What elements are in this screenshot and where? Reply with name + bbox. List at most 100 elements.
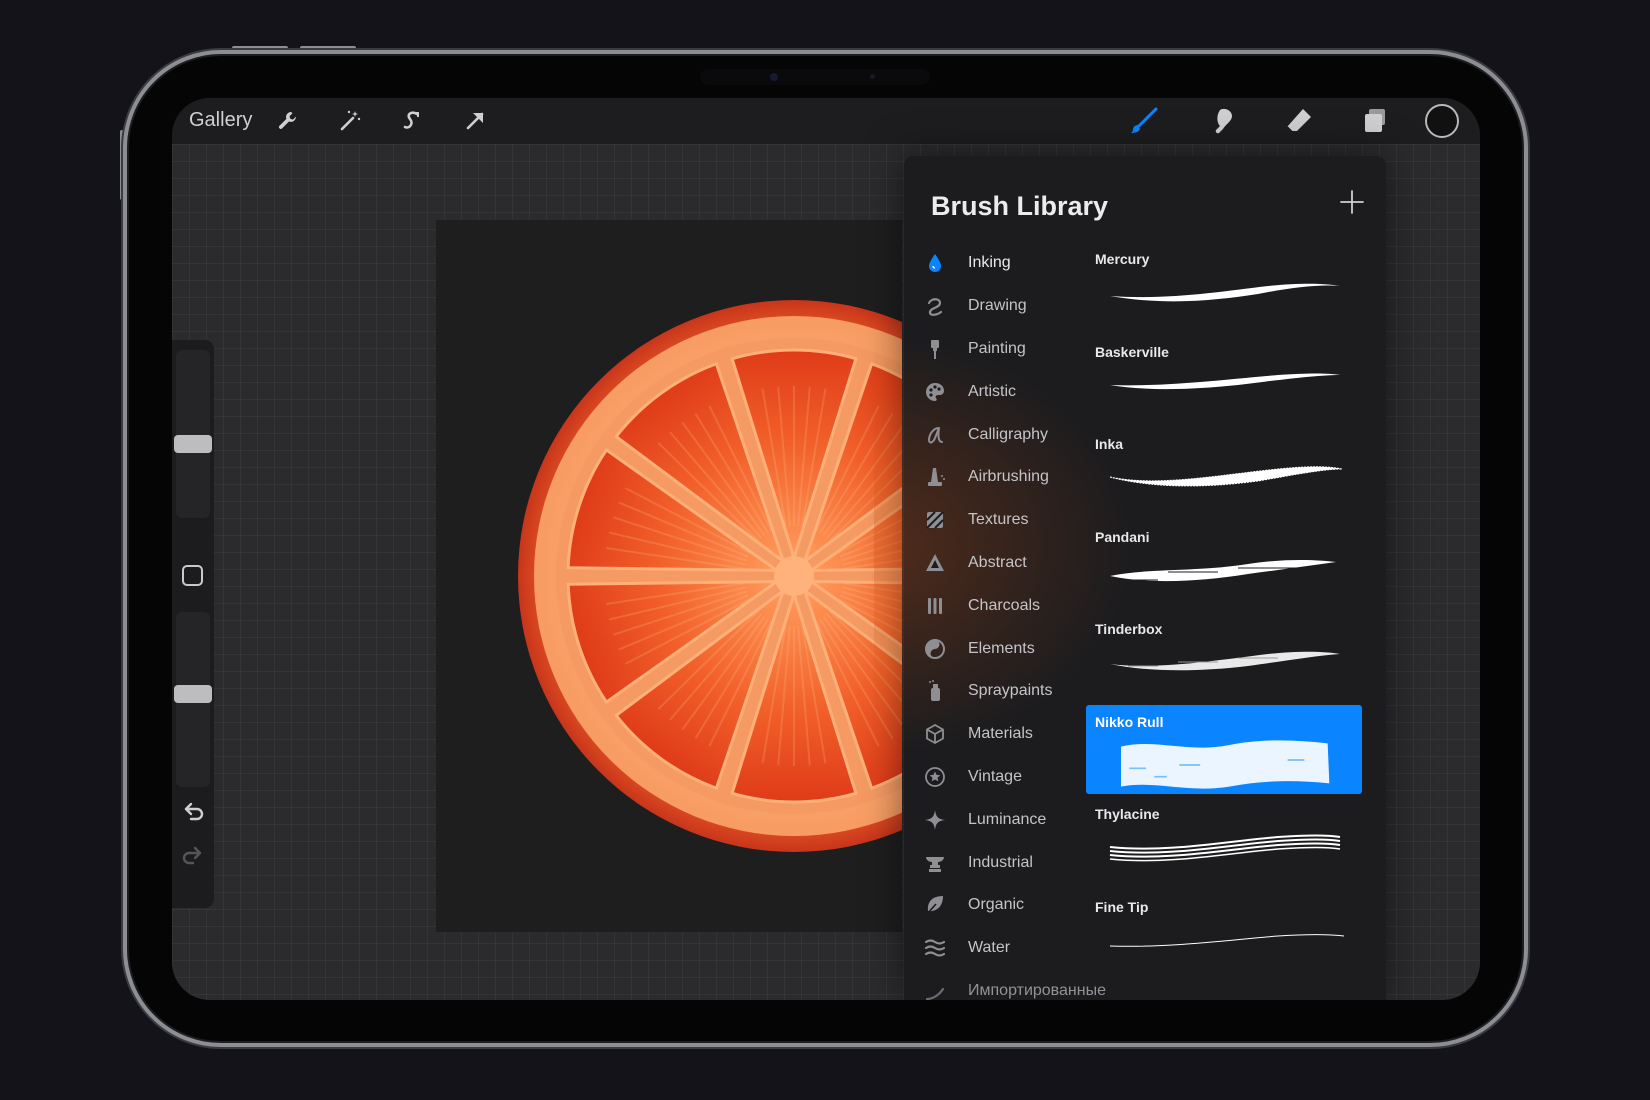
app-screen: Gallery Brush Library Inking Drawing Pai… xyxy=(172,98,1480,1000)
brush-list: Mercury Baskerville Inka Pandani Tinderbox Ni… xyxy=(1086,242,1362,982)
sparkle-icon xyxy=(922,807,948,833)
category-label: Organic xyxy=(968,896,1025,914)
brush-card-7[interactable]: Fine Tip xyxy=(1086,890,1362,980)
category-item-1[interactable]: Drawing xyxy=(904,285,1084,328)
gallery-button[interactable]: Gallery xyxy=(189,109,252,132)
selection-s-icon[interactable] xyxy=(396,105,428,137)
modify-button[interactable] xyxy=(182,565,203,586)
category-label: Artistic xyxy=(968,382,1016,400)
category-label: Импортированные xyxy=(968,981,1106,999)
texture-icon xyxy=(922,507,948,533)
category-item-5[interactable]: Airbrushing xyxy=(904,456,1084,499)
brush-name: Baskerville xyxy=(1095,343,1169,360)
category-label: Calligraphy xyxy=(968,425,1049,443)
left-sidebar xyxy=(172,340,214,908)
top-toolbar: Gallery xyxy=(172,98,1480,144)
brush-library-title: Brush Library xyxy=(931,191,1109,221)
category-item-13[interactable]: Luminance xyxy=(904,798,1084,841)
palette-icon xyxy=(922,379,948,405)
category-item-11[interactable]: Materials xyxy=(904,713,1084,756)
category-label: Vintage xyxy=(968,767,1022,785)
category-item-6[interactable]: Textures xyxy=(904,499,1084,542)
category-item-9[interactable]: Elements xyxy=(904,627,1084,670)
category-label: Painting xyxy=(968,339,1026,357)
brush-tool-icon[interactable] xyxy=(1128,105,1160,137)
brush-stroke-preview xyxy=(1121,739,1330,789)
brush-stroke-preview xyxy=(1110,283,1340,302)
triangle-icon xyxy=(922,550,948,576)
category-label: Charcoals xyxy=(968,596,1041,614)
category-item-15[interactable]: Organic xyxy=(904,884,1084,927)
orange-slice-artwork xyxy=(518,300,902,852)
brush-stroke-preview xyxy=(1110,651,1340,671)
waves-icon xyxy=(922,935,948,961)
transform-arrow-icon[interactable] xyxy=(459,105,491,137)
category-label: Abstract xyxy=(968,553,1027,571)
category-label: Spraypaints xyxy=(968,682,1053,700)
redo-icon[interactable] xyxy=(180,843,206,869)
add-brush-plus-icon[interactable] xyxy=(1336,186,1368,218)
brush-category-list: Inking Drawing Painting Artistic Calligraphy… xyxy=(904,242,1106,1000)
category-item-4[interactable]: Calligraphy xyxy=(904,413,1084,456)
actions-wrench-icon[interactable] xyxy=(272,105,304,137)
sensor-dot xyxy=(870,74,875,79)
airbrush-icon xyxy=(922,464,948,490)
category-label: Inking xyxy=(968,254,1011,272)
brush-name: Thylacine xyxy=(1095,806,1160,822)
layers-icon[interactable] xyxy=(1359,105,1391,137)
brush-name: Inka xyxy=(1095,436,1124,452)
category-item-2[interactable]: Painting xyxy=(904,328,1084,371)
undo-icon[interactable] xyxy=(180,797,206,823)
smudge-tool-icon[interactable] xyxy=(1207,105,1239,137)
brush-card-4[interactable]: Tinderbox xyxy=(1086,612,1362,702)
brush-name: Tinderbox xyxy=(1095,621,1163,637)
brush-card-1[interactable]: Baskerville xyxy=(1086,335,1362,425)
brush-card-0[interactable]: Mercury xyxy=(1086,242,1362,332)
brush-card-6[interactable]: Thylacine xyxy=(1086,797,1362,887)
brush-name: Pandani xyxy=(1095,528,1150,545)
category-item-14[interactable]: Industrial xyxy=(904,841,1084,884)
eraser-tool-icon[interactable] xyxy=(1283,105,1315,137)
category-item-8[interactable]: Charcoals xyxy=(904,584,1084,627)
brush-name: Nikko Rull xyxy=(1095,713,1164,730)
category-item-3[interactable]: Artistic xyxy=(904,370,1084,413)
camera-housing xyxy=(700,69,930,85)
charcoal-icon xyxy=(922,593,948,619)
calligraphy-icon xyxy=(922,422,948,448)
brush-stroke-preview xyxy=(1109,834,1341,862)
category-item-12[interactable]: Vintage xyxy=(904,756,1084,799)
brush-stroke-preview xyxy=(1110,559,1336,581)
spray-can-icon xyxy=(922,678,948,704)
color-picker-button[interactable] xyxy=(1425,104,1459,138)
anvil-icon xyxy=(922,850,948,876)
brush-card-2[interactable]: Inka xyxy=(1086,427,1362,517)
brush-card-3[interactable]: Pandani xyxy=(1086,520,1362,610)
brush-size-slider[interactable] xyxy=(176,350,210,518)
category-label: Luminance xyxy=(968,810,1047,828)
category-label: Textures xyxy=(968,511,1029,529)
category-item-17[interactable]: Импортированные xyxy=(904,970,1106,1000)
category-label: Airbrushing xyxy=(968,468,1049,486)
category-item-0[interactable]: Inking xyxy=(904,242,1084,285)
brush-name: Mercury xyxy=(1095,251,1150,267)
brush-stroke-preview xyxy=(1109,466,1343,487)
brush-stroke-preview xyxy=(1110,373,1340,389)
category-label: Water xyxy=(968,939,1011,957)
category-label: Industrial xyxy=(968,853,1033,871)
adjustments-magic-wand-icon[interactable] xyxy=(334,105,366,137)
brush-library-panel: Brush Library Inking Drawing Painting Artis… xyxy=(874,156,1386,1000)
brush-card-5[interactable]: Nikko Rull xyxy=(1086,704,1362,794)
category-item-16[interactable]: Water xyxy=(904,927,1084,970)
category-label: Materials xyxy=(968,725,1033,743)
yin-yang-icon xyxy=(922,636,948,662)
brush-size-knob[interactable] xyxy=(174,435,212,453)
brush-name: Fine Tip xyxy=(1095,898,1149,915)
category-item-7[interactable]: Abstract xyxy=(904,542,1084,585)
ink-drop-icon xyxy=(922,250,948,276)
opacity-knob[interactable] xyxy=(174,685,212,703)
leaf-icon xyxy=(922,892,948,918)
artboard[interactable] xyxy=(436,220,902,932)
cube-icon xyxy=(922,721,948,747)
category-item-10[interactable]: Spraypaints xyxy=(904,670,1084,713)
brush-stroke-preview xyxy=(1109,933,1345,947)
